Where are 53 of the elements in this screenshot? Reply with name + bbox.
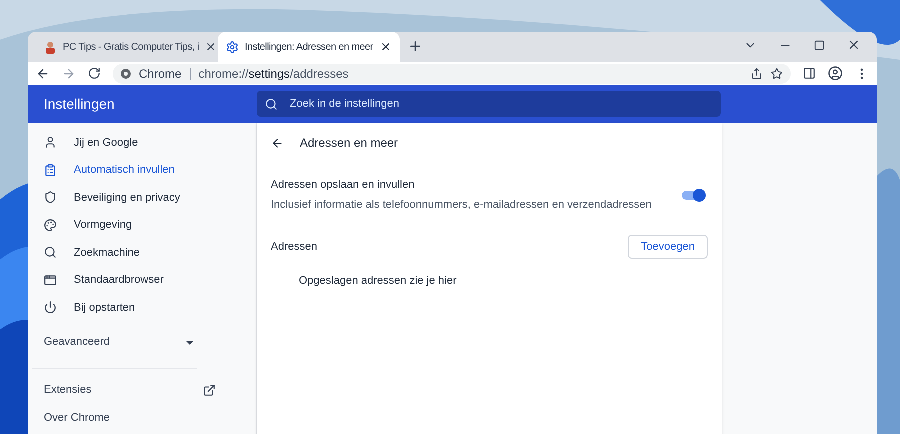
reload-icon[interactable]	[88, 67, 101, 80]
gear-icon	[226, 40, 239, 54]
person-icon	[44, 136, 57, 150]
url-text: chrome://settings/addresses	[198, 66, 349, 82]
search-icon	[44, 246, 57, 260]
sidebar-item[interactable]: Zoekmachine	[28, 239, 256, 266]
address-bar[interactable]: Chrome chrome://settings/addresses	[113, 64, 791, 84]
tab-title: Instellingen: Adressen en meer	[245, 40, 374, 54]
section-title: Adressen	[271, 240, 318, 255]
external-link-icon	[203, 384, 216, 397]
maximize-icon[interactable]	[814, 40, 825, 50]
sidebar-item[interactable]: Bij opstarten	[28, 294, 256, 322]
close-icon[interactable]	[847, 38, 861, 52]
empty-message: Opgeslagen adressen zie je hier	[298, 274, 458, 289]
search-icon	[265, 98, 278, 110]
setting-title: Adressen opslaan en invullen	[271, 178, 416, 193]
profile-icon[interactable]	[828, 66, 843, 81]
sidebar-link[interactable]: Over Chrome	[28, 404, 256, 432]
browser-tab[interactable]: PC Tips - Gratis Computer Tips, i	[36, 32, 218, 62]
search-placeholder: Zoek in de instellingen	[290, 96, 400, 112]
toggle-switch[interactable]	[682, 190, 704, 200]
tab-title: PC Tips - Gratis Computer Tips, i	[63, 40, 200, 54]
sidebar-item[interactable]: Standaardbrowser	[28, 266, 256, 294]
chrome-logo-icon	[121, 68, 131, 78]
close-icon[interactable]	[380, 41, 392, 53]
sidebar-item[interactable]: Beveiliging en privacy	[28, 184, 256, 212]
back-icon[interactable]	[271, 136, 284, 150]
share-icon[interactable]	[751, 68, 763, 80]
sidebar-item[interactable]: Vormgeving	[28, 212, 256, 239]
search-field[interactable]: Zoek in de instellingen	[257, 91, 721, 117]
person-icon	[44, 40, 57, 54]
setting-description: Inclusief informatie als telefoonnummers, e-mailadressen en verzendadressen	[271, 198, 652, 212]
new-tab-icon[interactable]	[408, 39, 423, 54]
browser-tab[interactable]: Instellingen: Adressen en meer	[218, 32, 400, 62]
palette-icon	[44, 218, 57, 232]
sidebar-link[interactable]: Extensies	[28, 376, 256, 404]
power-icon	[44, 301, 57, 314]
caret-icon	[186, 340, 194, 344]
close-icon[interactable]	[205, 41, 218, 53]
site-label: Chrome	[139, 66, 182, 82]
sidebar-item[interactable]: Jij en Google	[28, 129, 256, 156]
side-panel-icon[interactable]	[803, 67, 816, 80]
browser-window-icon	[44, 274, 57, 287]
sidebar-item[interactable]: Automatisch invullen	[28, 156, 256, 184]
header-title: Instellingen	[43, 94, 116, 114]
advanced-section[interactable]: Geavanceerd	[28, 326, 256, 360]
add-button[interactable]: Toevoegen	[628, 235, 708, 259]
shield-icon	[44, 191, 57, 204]
forward-icon[interactable]	[62, 66, 76, 80]
back-icon[interactable]	[36, 66, 50, 80]
star-icon[interactable]	[771, 68, 783, 80]
page-title: Adressen en meer	[300, 135, 398, 152]
clipboard-icon	[44, 164, 57, 177]
